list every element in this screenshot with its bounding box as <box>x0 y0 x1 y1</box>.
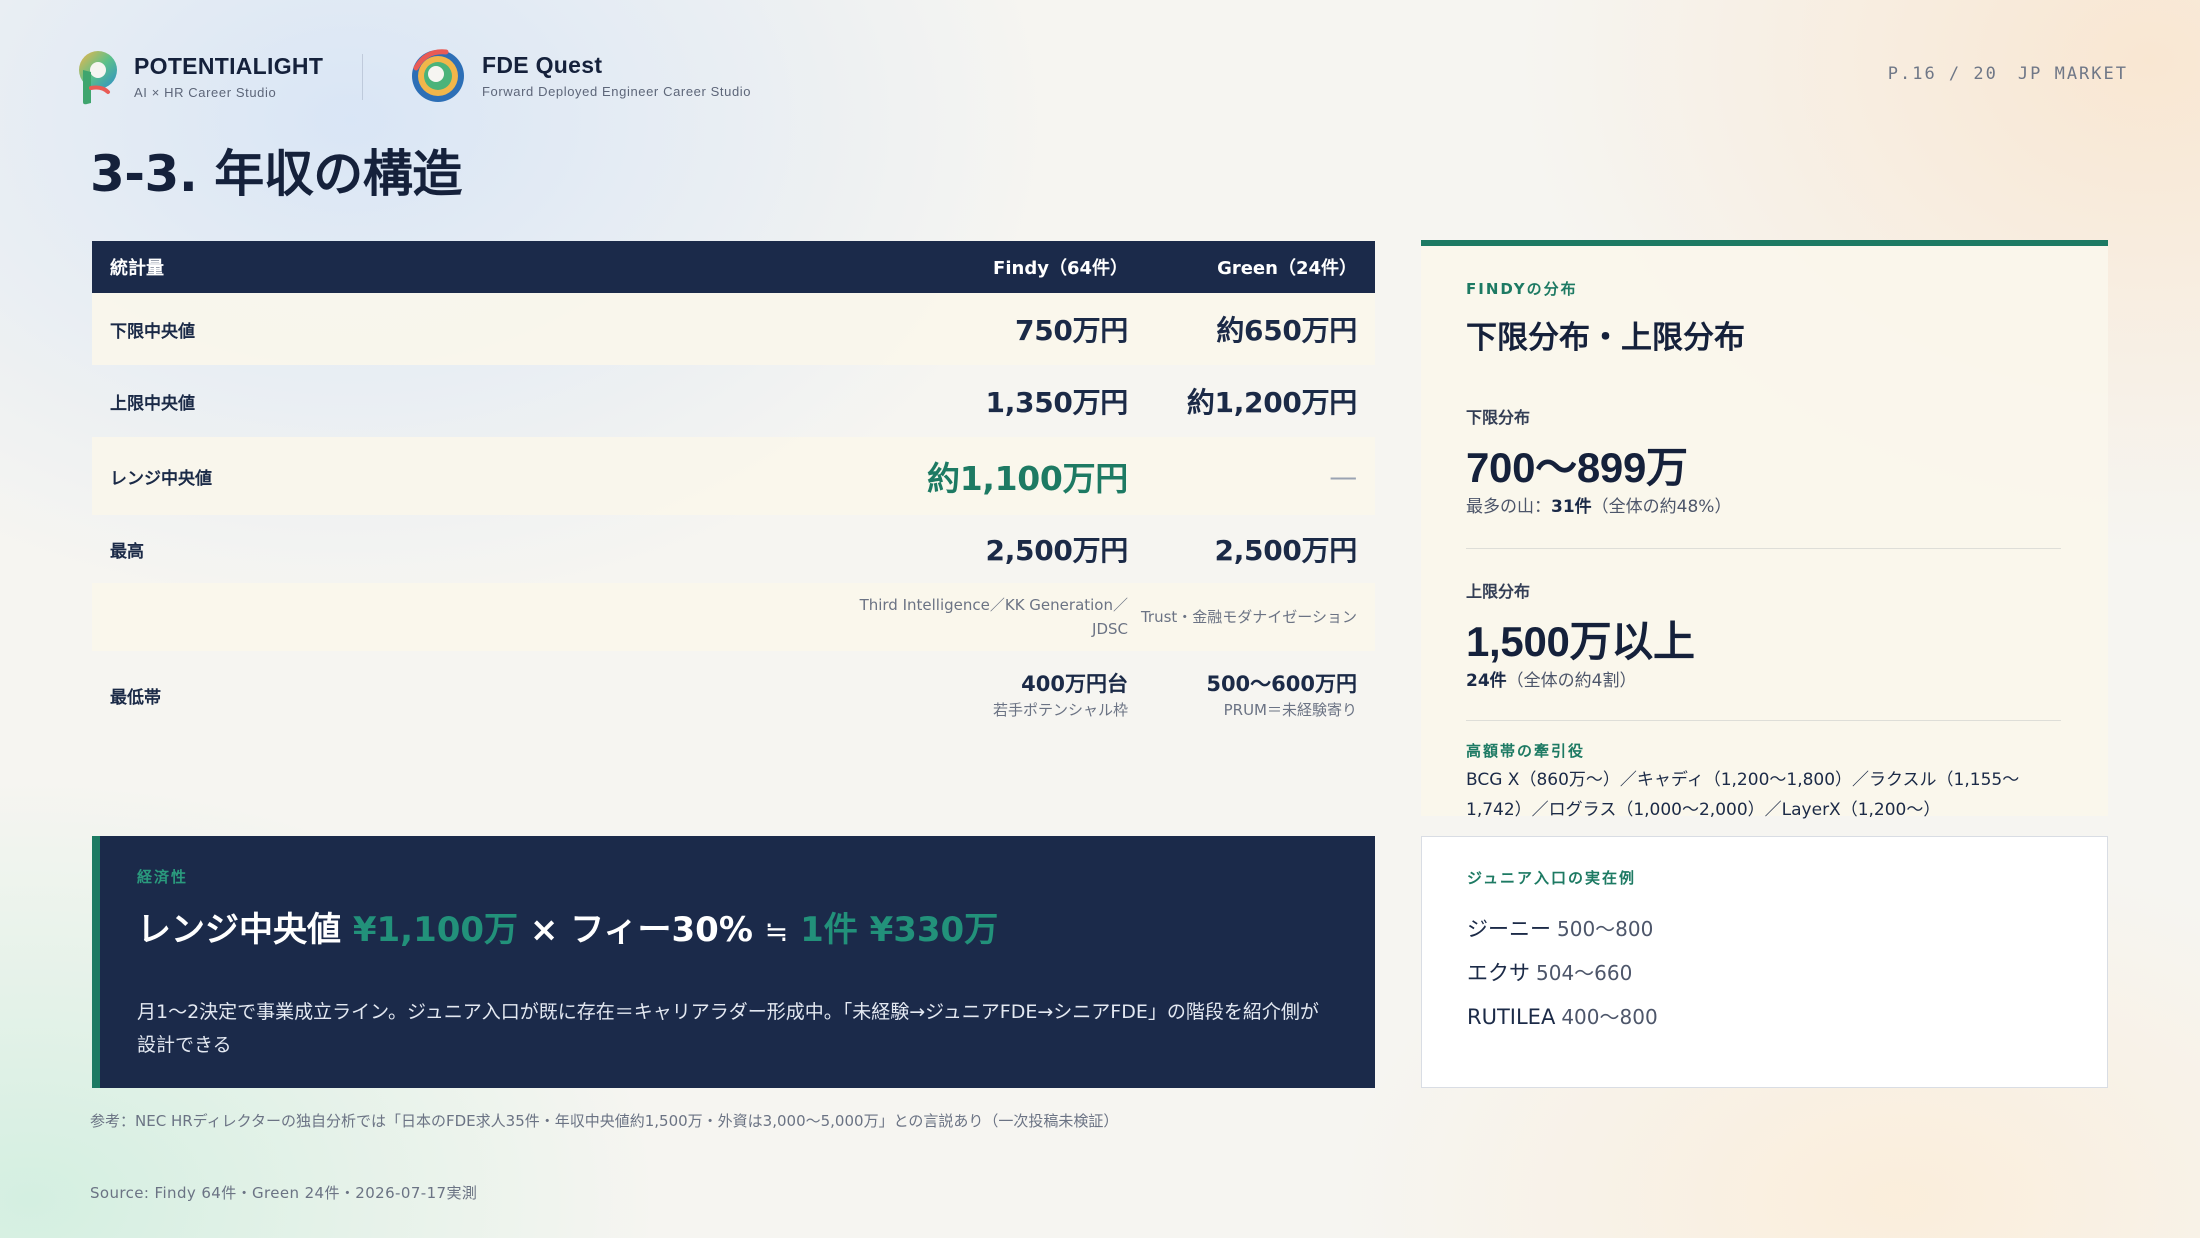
column-header-statistic: 統計量 <box>110 258 164 279</box>
formula-range-median: ¥1,100万 <box>352 910 519 950</box>
findy-value: 1,350万円 <box>985 386 1129 419</box>
findy-sub-note: 若手ポテンシャル枠 <box>992 701 1128 719</box>
brand2-name: FDE Quest <box>482 52 603 79</box>
economics-callout: 経済性 レンジ中央値 ¥1,100万 × フィー30% ≒ 1件 ¥330万 月… <box>92 836 1375 1088</box>
salary-range: 500〜800 <box>1557 917 1654 941</box>
brand1-subtitle: AI × HR Career Studio <box>134 84 277 100</box>
findy-value-highlight: 約1,100万円 <box>927 459 1128 498</box>
page-title: 3-3. 年収の構造 <box>90 145 462 203</box>
table-row: 下限中央値 750万円 約650万円 <box>92 293 1375 365</box>
upper-distribution-note: 24件（全体の約4割） <box>1466 666 1637 691</box>
junior-entry-panel: ジュニア入口の実在例 ジーニー 500〜800 エクサ 504〜660 RUTILE… <box>1421 836 2108 1088</box>
company-name: ジーニー <box>1467 917 1551 941</box>
callout-body: 月1〜2決定で事業成立ライン。ジュニア入口が既に存在＝キャリアラダー形成中。「未… <box>137 1001 1319 1057</box>
panel-title: 下限分布・上限分布 <box>1466 320 1745 356</box>
company-name: RUTILEA <box>1467 1005 1556 1029</box>
callout-label: 経済性 <box>137 868 189 886</box>
potentialight-logo-icon <box>79 51 117 105</box>
list-item: ジーニー 500〜800 <box>1467 907 1658 951</box>
findy-lowest: 400万円台 若手ポテンシャル枠 <box>772 668 1128 722</box>
row-label: 下限中央値 <box>110 321 195 342</box>
upper-distribution-value: 1,500万以上 <box>1466 618 1695 665</box>
lower-note-suffix: （全体の約48%） <box>1591 497 1732 517</box>
company-name: エクサ <box>1467 961 1530 985</box>
table-row: 最低帯 400万円台 若手ポテンシャル枠 500〜600万円 PRUM＝未経験寄… <box>92 651 1375 739</box>
green-value: 2,500万円 <box>1214 534 1358 567</box>
lower-distribution-note: 最多の山：31件（全体の約48%） <box>1466 492 1731 517</box>
header: POTENTIALIGHT AI × HR Career Studio FDE … <box>72 48 2128 108</box>
upper-note-count: 24件 <box>1466 671 1507 691</box>
table-header: 統計量 Findy（64件） Green（24件） <box>92 241 1375 293</box>
findy-value: 750万円 <box>1015 314 1128 347</box>
row-label: 最高 <box>110 541 144 562</box>
salary-range: 504〜660 <box>1536 961 1633 985</box>
table-row: レンジ中央値 約1,100万円 — <box>92 437 1375 515</box>
findy-companies-line1: Third Intelligence／KK Generation／ <box>859 596 1128 614</box>
lower-distribution-value: 700〜899万 <box>1466 444 1688 491</box>
findy-companies-note: Third Intelligence／KK Generation／ JDSC <box>772 593 1128 641</box>
green-lowest: 500〜600万円 PRUM＝未経験寄り <box>1128 668 1375 722</box>
list-item: RUTILEA 400〜800 <box>1467 995 1658 1039</box>
divider <box>1466 720 2061 721</box>
upper-note-suffix: （全体の約4割） <box>1506 671 1637 691</box>
formula-result: 1件 ¥330万 <box>788 910 999 950</box>
divider <box>1466 548 2061 549</box>
list-item: エクサ 504〜660 <box>1467 951 1658 995</box>
row-label: 上限中央値 <box>110 393 195 414</box>
row-label: 最低帯 <box>110 687 161 708</box>
green-value-empty: — <box>1329 459 1357 493</box>
salary-stats-table: 統計量 Findy（64件） Green（24件） 下限中央値 750万円 約6… <box>92 241 1375 739</box>
green-value: 500〜600万円 <box>1206 672 1357 696</box>
lead-label: 高額帯の牽引役 <box>1466 742 1586 760</box>
lead-companies: BCG X（860万〜）／キャディ（1,200〜1,800）／ラクスル（1,15… <box>1466 770 2020 820</box>
brand1-name: POTENTIALIGHT <box>134 53 324 80</box>
green-sub-note: PRUM＝未経験寄り <box>1223 701 1357 719</box>
source-note: Source: Findy 64件・Green 24件・2026-07-17実測 <box>90 1184 478 1202</box>
lower-note-prefix: 最多の山： <box>1466 497 1551 517</box>
table-row: Third Intelligence／KK Generation／ JDSC T… <box>92 583 1375 651</box>
approx-symbol: ≒ <box>764 915 789 948</box>
findy-distribution-panel: FINDYの分布 下限分布・上限分布 下限分布 700〜899万 最多の山：31… <box>1421 240 2108 820</box>
table-row: 上限中央値 1,350万円 約1,200万円 <box>92 365 1375 437</box>
green-value: 約1,200万円 <box>1186 386 1357 419</box>
brand-divider <box>362 54 363 100</box>
brand-fde-quest: FDE Quest Forward Deployed Engineer Care… <box>406 48 751 104</box>
page-meta: P.16 / 20 JP MARKET <box>1888 64 2128 84</box>
economics-formula: レンジ中央値 ¥1,100万 × フィー30% ≒ 1件 ¥330万 <box>137 902 998 951</box>
junior-eyebrow: ジュニア入口の実在例 <box>1467 869 1636 887</box>
green-value: 約650万円 <box>1216 314 1357 347</box>
reference-note: 参考：NEC HRディレクターの独自分析では「日本のFDE求人35件・年収中央値… <box>90 1112 1119 1130</box>
findy-value: 2,500万円 <box>985 534 1129 567</box>
lower-distribution-label: 下限分布 <box>1466 408 1531 427</box>
panel-eyebrow: FINDYの分布 <box>1466 280 1578 298</box>
upper-distribution-label: 上限分布 <box>1466 582 1531 601</box>
green-companies-note: Trust・金融モダナイゼーション <box>1140 608 1357 626</box>
page-number: P.16 / 20 <box>1887 64 1998 84</box>
brand2-subtitle: Forward Deployed Engineer Career Studio <box>482 83 752 99</box>
findy-companies-line2: JDSC <box>1092 620 1128 638</box>
column-header-findy: Findy（64件） <box>993 258 1128 279</box>
fde-quest-logo-icon <box>412 49 464 102</box>
brand-potentialight: POTENTIALIGHT AI × HR Career Studio <box>72 48 323 106</box>
formula-part-1: レンジ中央値 <box>137 910 353 950</box>
lower-note-count: 31件 <box>1551 497 1592 517</box>
salary-range: 400〜800 <box>1561 1005 1658 1029</box>
formula-fee: × フィー30% <box>518 910 765 950</box>
market-label: JP MARKET <box>2017 64 2128 84</box>
findy-value: 400万円台 <box>1021 672 1128 696</box>
row-label: レンジ中央値 <box>110 468 212 489</box>
column-header-green: Green（24件） <box>1217 258 1357 279</box>
junior-list: ジーニー 500〜800 エクサ 504〜660 RUTILEA 400〜800 <box>1467 907 1658 1039</box>
table-row: 最高 2,500万円 2,500万円 <box>92 515 1375 583</box>
